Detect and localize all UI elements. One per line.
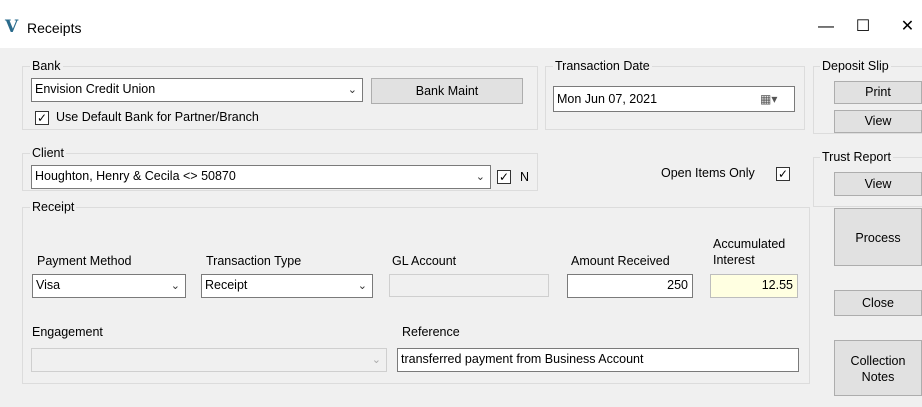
engagement-label: Engagement <box>32 325 103 339</box>
payment-method-label: Payment Method <box>37 254 132 268</box>
transaction-type-label: Transaction Type <box>206 254 302 268</box>
trust-report-view-button[interactable]: View <box>834 172 922 196</box>
title-bar <box>0 0 922 48</box>
use-default-bank-label: Use Default Bank for Partner/Branch <box>56 110 259 124</box>
deposit-slip-print-label: Print <box>865 85 891 99</box>
transaction-date-picker[interactable]: Mon Jun 07, 2021 ▦▾ <box>553 86 795 112</box>
chevron-down-icon: ⌄ <box>475 171 485 183</box>
calendar-icon[interactable]: ▦▾ <box>760 92 777 106</box>
deposit-slip-view-label: View <box>864 114 892 128</box>
close-label: Close <box>862 296 894 310</box>
client-n-label: N <box>520 170 530 184</box>
client-select[interactable]: Houghton, Henry & Cecila <> 50870 ⌄ <box>31 165 491 189</box>
collection-notes-button[interactable]: Collection Notes <box>834 340 922 396</box>
process-label: Process <box>855 231 901 245</box>
use-default-bank-checkbox[interactable]: ✓ <box>35 111 49 125</box>
open-items-only-checkbox[interactable]: ✓ <box>776 167 790 181</box>
trust-report-label: Trust Report <box>820 150 894 164</box>
reference-label: Reference <box>402 325 460 339</box>
reference-input[interactable]: transferred payment from Business Accoun… <box>397 348 799 372</box>
deposit-slip-print-button[interactable]: Print <box>834 81 922 104</box>
transaction-type-value: Receipt <box>205 278 248 292</box>
chevron-down-icon: ⌄ <box>371 354 381 366</box>
open-items-only-label: Open Items Only <box>661 166 755 180</box>
gl-account-label: GL Account <box>392 254 457 268</box>
process-button[interactable]: Process <box>834 208 922 266</box>
window-title: Receipts <box>27 20 82 36</box>
transaction-date-value: Mon Jun 07, 2021 <box>557 92 658 106</box>
maximize-button[interactable]: ☐ <box>843 12 883 42</box>
chevron-down-icon: ⌄ <box>347 84 357 96</box>
payment-method-select[interactable]: Visa ⌄ <box>32 274 186 298</box>
transaction-date-label: Transaction Date <box>553 59 652 73</box>
accumulated-interest-field: 12.55 <box>710 274 798 298</box>
accumulated-interest-label-line1: Accumulated <box>713 237 786 251</box>
bank-select-value: Envision Credit Union <box>35 82 156 96</box>
amount-received-value: 250 <box>667 278 688 292</box>
deposit-slip-view-button[interactable]: View <box>834 110 922 133</box>
app-logo-icon: V <box>5 17 19 37</box>
chevron-down-icon: ⌄ <box>170 280 180 292</box>
accumulated-interest-label-line2: Interest <box>713 253 755 267</box>
client-n-checkbox[interactable]: ✓ <box>497 170 511 184</box>
engagement-select: ⌄ <box>31 348 387 372</box>
close-button[interactable]: Close <box>834 290 922 316</box>
minimize-button[interactable]: — <box>806 12 846 42</box>
bank-group-label: Bank <box>30 59 63 73</box>
transaction-type-select[interactable]: Receipt ⌄ <box>201 274 373 298</box>
gl-account-field <box>389 274 549 297</box>
reference-value: transferred payment from Business Accoun… <box>401 352 644 366</box>
deposit-slip-label: Deposit Slip <box>820 59 891 73</box>
payment-method-value: Visa <box>36 278 61 292</box>
collection-notes-label-line1: Collection <box>850 354 906 368</box>
bank-maint-label: Bank Maint <box>415 84 479 98</box>
amount-received-label: Amount Received <box>571 254 670 268</box>
trust-report-view-label: View <box>864 177 892 191</box>
accumulated-interest-value: 12.55 <box>761 278 793 292</box>
bank-select[interactable]: Envision Credit Union ⌄ <box>31 78 363 102</box>
collection-notes-label-line2: Notes <box>861 370 895 384</box>
client-group-label: Client <box>30 146 66 160</box>
bank-maint-button[interactable]: Bank Maint <box>371 78 523 104</box>
receipt-group-label: Receipt <box>30 200 77 214</box>
chevron-down-icon: ⌄ <box>357 280 367 292</box>
client-select-value: Houghton, Henry & Cecila <> 50870 <box>35 169 236 183</box>
close-window-button[interactable]: ✕ <box>893 12 922 42</box>
amount-received-input[interactable]: 250 <box>567 274 693 298</box>
